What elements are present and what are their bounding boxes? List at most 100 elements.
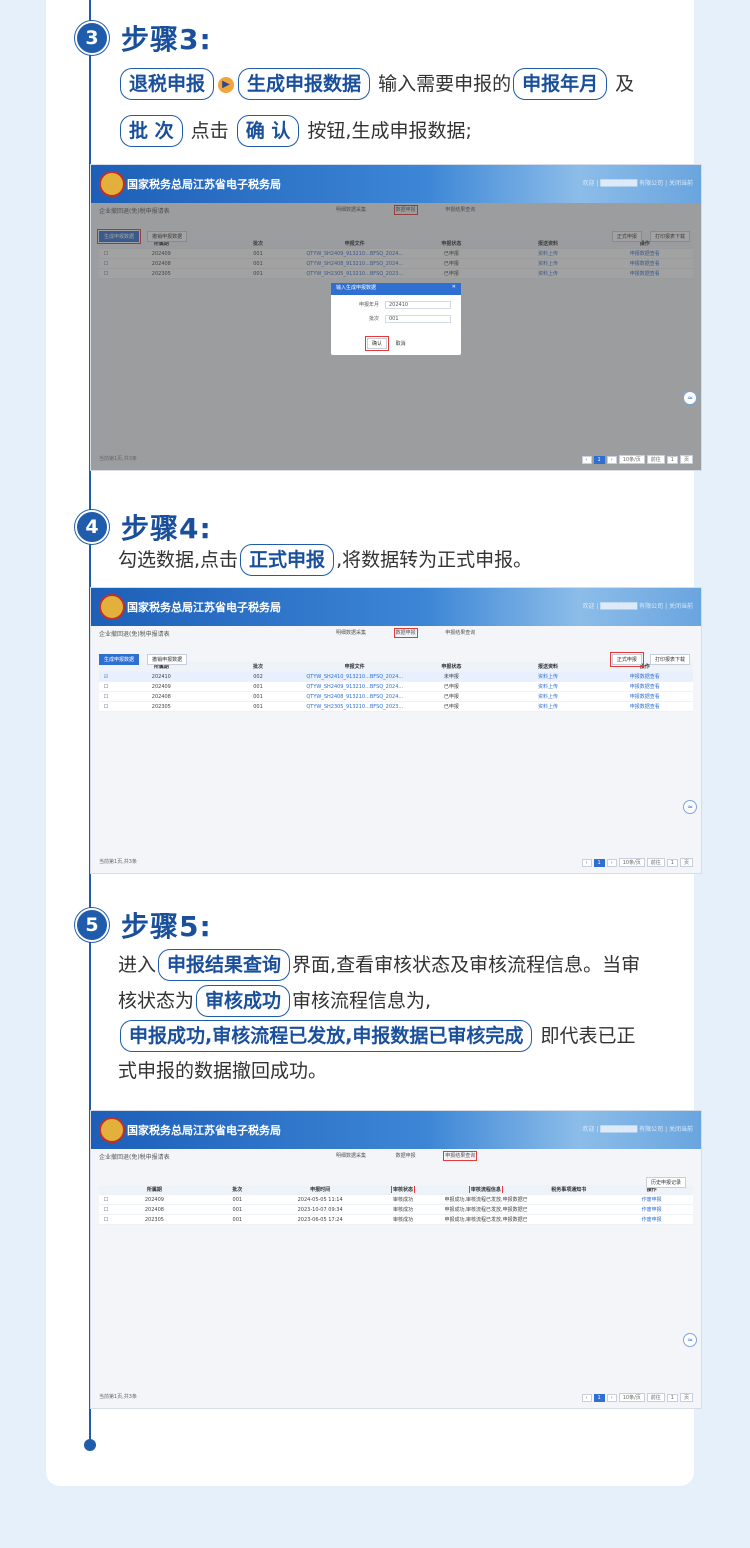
pager: ‹ 1 › 10条/页 前往 1 页 xyxy=(580,455,693,464)
cell-file-link[interactable]: QTYW_SH2409_913210...BFSQ_2024... xyxy=(306,684,403,690)
step5-text: 即代表已正 xyxy=(540,1025,636,1047)
row-checkbox[interactable]: ☐ xyxy=(99,684,113,690)
flow-step-3[interactable]: 申报结果查询 xyxy=(443,1151,478,1161)
pill-generate-data: 生成申报数据 xyxy=(238,68,371,100)
goto-input[interactable]: 1 xyxy=(666,859,678,867)
pill-period: 申报年月 xyxy=(513,68,608,100)
next-page-icon[interactable]: › xyxy=(606,859,617,867)
row-checkbox[interactable]: ☐ xyxy=(99,694,113,700)
cell: 未申报 xyxy=(443,674,459,680)
toolbar: 生成申报数据 撤销申报数据 正式申报 打印报表下载 xyxy=(91,646,701,667)
cell-view-link[interactable]: 申报数据查看 xyxy=(596,673,693,680)
flow-step-1[interactable]: 明细数据采集 xyxy=(336,1153,366,1159)
user-info[interactable]: 欢迎 | ████████ 有限公司 | 关闭当前 xyxy=(583,601,694,610)
page-size-select[interactable]: 10条/页 xyxy=(618,1393,645,1402)
cell-file-link[interactable]: QTYW_SH2305_913210...BFSQ_2023... xyxy=(306,704,403,710)
side-help-icon[interactable]: ≈ xyxy=(683,391,697,405)
pill-audit-success: 审核成功 xyxy=(196,985,291,1017)
site-banner: 国家税务总局江苏省电子税务局 欢迎 | ████████ 有限公司 | 关闭当前 xyxy=(91,588,701,626)
cell: 申报成功,审核流程已发放,申报数据已... xyxy=(444,1217,528,1223)
prev-page-icon[interactable]: ‹ xyxy=(581,859,592,867)
confirm-button[interactable]: 确认 xyxy=(364,336,390,351)
cancel-button[interactable]: 取消 xyxy=(391,339,410,348)
table-row: ☐ 202305 001 QTYW_SH2305_913210...BFSQ_2… xyxy=(99,702,693,712)
goto-label: 前往 xyxy=(646,858,665,867)
page-unit: 页 xyxy=(679,1393,693,1402)
withdraw-data-button[interactable]: 撤销申报数据 xyxy=(147,654,188,665)
cell-upload-link[interactable]: 资料上传 xyxy=(500,703,597,710)
side-help-icon[interactable]: ≈ xyxy=(683,800,697,814)
row-checkbox[interactable]: ☐ xyxy=(99,1207,113,1213)
table-header: 所属期 批次 申报时间 审核状态 审核流程信息 税务事项通知书 操作 xyxy=(99,1185,693,1195)
col-header: 申报时间 xyxy=(310,1187,331,1193)
close-icon[interactable]: ✕ xyxy=(452,284,456,294)
flow-step-2[interactable]: 数据申报 xyxy=(396,1153,416,1159)
cell-upload-link[interactable]: 资料上传 xyxy=(500,673,597,680)
pager: ‹ 1 › 10条/页 前往 1 页 xyxy=(580,1393,693,1402)
cell-file-link[interactable]: QTYW_SH2408_913210...BFSQ_2024... xyxy=(306,694,403,700)
cell-upload-link[interactable]: 资料上传 xyxy=(500,683,597,690)
page-size-select[interactable]: 10条/页 xyxy=(618,455,645,464)
table-row: ☐ 202408 001 QTYW_SH2408_913210...BFSQ_2… xyxy=(99,692,693,702)
cell-action-link[interactable]: 作废申报 xyxy=(610,1206,693,1213)
total-count: 当前第1页,共3条 xyxy=(99,859,137,865)
step4-line1: 勾选数据,点击 正式申报 ,将数据转为正式申报。 xyxy=(118,542,532,578)
goto-input[interactable]: 1 xyxy=(666,456,678,464)
cell-view-link[interactable]: 申报数据查看 xyxy=(596,703,693,710)
cell-view-link[interactable]: 申报数据查看 xyxy=(596,693,693,700)
step3-line2: 批 次 点击 确 认 按钮,生成申报数据; xyxy=(118,113,472,149)
prev-page-icon[interactable]: ‹ xyxy=(581,1394,592,1402)
step4-text: ,将数据转为正式申报。 xyxy=(336,549,533,571)
cell: 申报成功,审核流程已发放,申报数据已... xyxy=(444,1197,528,1203)
step5-line4: 式申报的数据撤回成功。 xyxy=(118,1060,328,1082)
col-header: 税务事项通知书 xyxy=(551,1187,587,1193)
flow-step-2[interactable]: 数据申报 xyxy=(393,628,418,638)
page-number[interactable]: 1 xyxy=(593,456,605,464)
tax-emblem-icon xyxy=(99,1117,125,1143)
step4-text: 勾选数据,点击 xyxy=(118,549,239,571)
history-records-button[interactable]: 历史申报记录 xyxy=(645,1177,686,1188)
step5-text: 核状态为 xyxy=(118,990,195,1012)
row-checkbox[interactable]: ☐ xyxy=(99,1217,113,1223)
cell-view-link[interactable]: 申报数据查看 xyxy=(596,683,693,690)
user-info[interactable]: 欢迎 | ████████ 有限公司 | 关闭当前 xyxy=(583,178,694,187)
next-page-icon[interactable]: › xyxy=(606,456,617,464)
period-input[interactable]: 202410 xyxy=(385,301,451,309)
user-info[interactable]: 欢迎 | ████████ 有限公司 | 关闭当前 xyxy=(583,1124,694,1133)
goto-label: 前往 xyxy=(646,455,665,464)
batch-input[interactable]: 001 xyxy=(385,315,451,323)
cell-action-link[interactable]: 作废申报 xyxy=(610,1216,693,1223)
flow-step-3[interactable]: 申报结果查询 xyxy=(445,630,475,636)
table-footer: 当前第1页,共3条 ‹ 1 › 10条/页 前往 1 页 xyxy=(99,1393,693,1402)
col-header: 批次 xyxy=(253,664,264,670)
table-row: ☐ 202408 001 2023-10-07 09:34 审核成功 申报成功,… xyxy=(99,1205,693,1215)
next-page-icon[interactable]: › xyxy=(606,1394,617,1402)
generate-data-button[interactable]: 生成申报数据 xyxy=(99,654,140,665)
cell-file-link[interactable]: QTYW_SH2410_913210...BFSQ_2024... xyxy=(306,674,403,680)
pill-formal-declare: 正式申报 xyxy=(240,544,335,576)
step4-title: 步骤4: xyxy=(121,512,212,545)
cell: 2023-10-07 09:34 xyxy=(297,1206,343,1213)
side-help-icon[interactable]: ≈ xyxy=(683,1333,697,1347)
row-checkbox[interactable]: ☐ xyxy=(99,1197,113,1203)
col-header: 申报状态 xyxy=(441,664,462,670)
formal-declare-button[interactable]: 正式申报 xyxy=(609,652,644,667)
cell: 审核成功 xyxy=(393,1197,414,1203)
cell: 202409 xyxy=(151,683,171,690)
page-number[interactable]: 1 xyxy=(593,1394,605,1402)
cell-upload-link[interactable]: 资料上传 xyxy=(500,693,597,700)
cell: 001 xyxy=(253,683,263,690)
banner-title: 国家税务总局江苏省电子税务局 xyxy=(127,601,281,614)
page-size-select[interactable]: 10条/页 xyxy=(618,858,645,867)
cell: 已申报 xyxy=(443,684,459,690)
table-row: ☐ 202409 001 QTYW_SH2409_913210...BFSQ_2… xyxy=(99,682,693,692)
print-download-button[interactable]: 打印报表下载 xyxy=(649,654,690,665)
row-checkbox-checked[interactable]: ☑ xyxy=(99,674,113,680)
step3-title: 步骤3: xyxy=(121,23,212,56)
goto-input[interactable]: 1 xyxy=(666,1394,678,1402)
cell-action-link[interactable]: 作废申报 xyxy=(610,1196,693,1203)
row-checkbox[interactable]: ☐ xyxy=(99,704,113,710)
page-number[interactable]: 1 xyxy=(593,859,605,867)
prev-page-icon[interactable]: ‹ xyxy=(581,456,592,464)
flow-step-1[interactable]: 明细数据采集 xyxy=(336,630,366,636)
